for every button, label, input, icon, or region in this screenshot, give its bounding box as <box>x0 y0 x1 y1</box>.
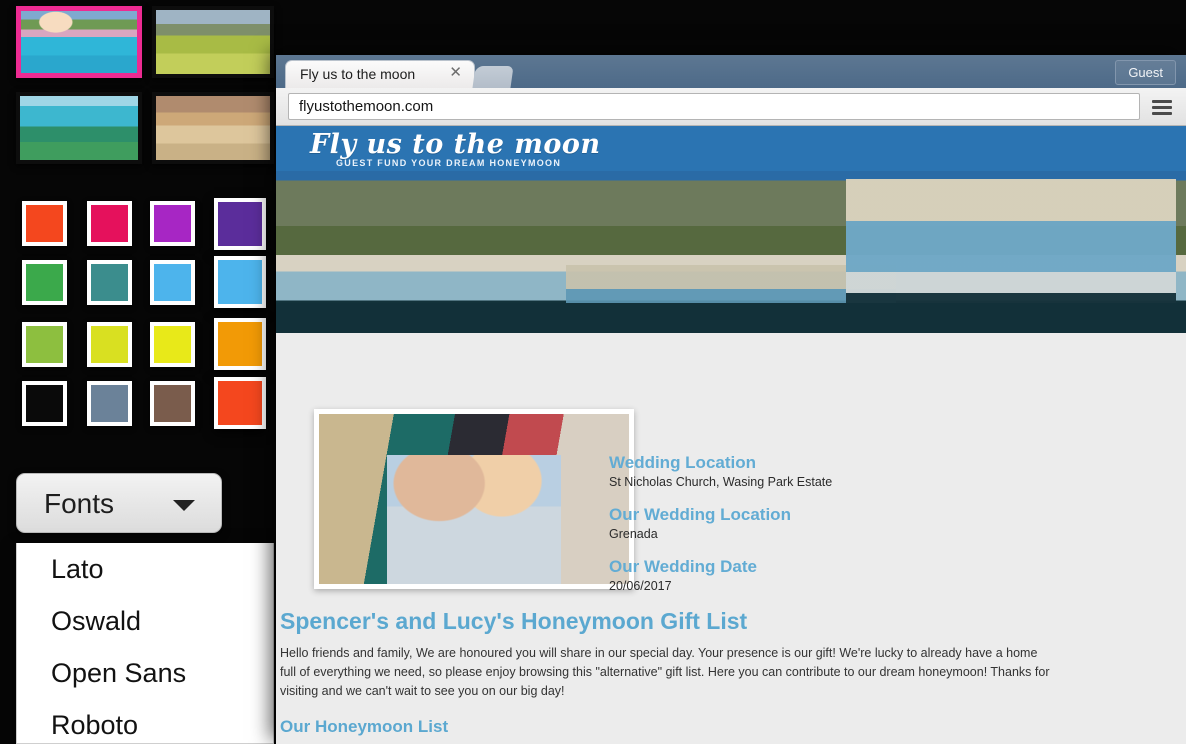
color-swatch[interactable] <box>87 260 132 305</box>
couple-photo-image <box>319 414 629 584</box>
color-swatch[interactable] <box>87 381 132 426</box>
thumbnail-palm-lagoon[interactable] <box>16 92 142 164</box>
tab-title: Fly us to the moon <box>300 66 416 82</box>
chevron-down-icon <box>173 500 195 511</box>
color-swatch-selected[interactable] <box>214 256 266 308</box>
color-swatch-selected[interactable] <box>214 377 266 429</box>
detail-value-our-wedding-location: Grenada <box>609 527 658 541</box>
color-swatch-selected[interactable] <box>214 198 266 250</box>
fonts-dropdown-menu[interactable]: Lato Oswald Open Sans Roboto <box>16 543 274 744</box>
color-swatch[interactable] <box>150 322 195 367</box>
browser-window: Fly us to the moon ✕ Guest flyustothemoo… <box>276 55 1186 744</box>
color-swatch[interactable] <box>22 260 67 305</box>
site-logo[interactable]: Fly us to the moon <box>310 129 601 160</box>
color-swatch-selected[interactable] <box>214 318 266 370</box>
color-swatch[interactable] <box>150 260 195 305</box>
fonts-dropdown-button[interactable]: Fonts <box>16 473 222 533</box>
browser-tab-inactive[interactable] <box>472 66 514 88</box>
browser-tab-strip: Fly us to the moon ✕ Guest <box>276 55 1186 88</box>
thumbnail-image <box>21 11 137 73</box>
color-swatch[interactable] <box>150 201 195 246</box>
fonts-dropdown-label: Fonts <box>44 488 115 519</box>
intro-paragraph: Hello friends and family, We are honoure… <box>280 646 1050 698</box>
gift-list-intro: Spencer's and Lucy's Honeymoon Gift List… <box>280 608 1180 701</box>
screenshot-stage: Fonts Lato Oswald Open Sans Roboto Fly u… <box>0 0 1186 744</box>
thumbnail-lagoon-bungalows[interactable] <box>16 6 142 78</box>
thumbnail-image <box>20 96 138 160</box>
thumbnail-green-hills[interactable] <box>152 6 274 78</box>
site-content: Wedding Location St Nicholas Church, Was… <box>276 333 1186 744</box>
hero-water <box>276 303 1186 333</box>
color-swatch[interactable] <box>22 322 67 367</box>
close-icon[interactable]: ✕ <box>449 65 462 80</box>
detail-heading-our-wedding-date: Our Wedding Date <box>609 557 757 576</box>
guest-profile-button[interactable]: Guest <box>1115 60 1176 85</box>
browser-omnibox-row: flyustothemoon.com <box>276 88 1186 126</box>
address-bar-url: flyustothemoon.com <box>299 98 434 115</box>
site-brand-bar: Fly us to the moon GUEST FUND YOUR DREAM… <box>276 126 1186 171</box>
honeymoon-list-section: Our Honeymoon List <box>280 717 1180 737</box>
detail-heading-wedding-location: Wedding Location <box>609 453 757 472</box>
color-swatch[interactable] <box>22 381 67 426</box>
color-swatch[interactable] <box>87 322 132 367</box>
font-option-roboto[interactable]: Roboto <box>17 699 273 743</box>
address-bar[interactable]: flyustothemoon.com <box>288 93 1140 120</box>
website-viewport: Fly us to the moon GUEST FUND YOUR DREAM… <box>276 126 1186 744</box>
page-title: Spencer's and Lucy's Honeymoon Gift List <box>280 608 748 634</box>
detail-heading-our-wedding-location: Our Wedding Location <box>609 505 791 524</box>
detail-value-our-wedding-date: 20/06/2017 <box>609 579 672 593</box>
thumbnail-image <box>156 96 270 160</box>
font-option-lato[interactable]: Lato <box>17 543 273 595</box>
thumbnail-desert-rocks[interactable] <box>152 92 274 164</box>
color-swatch-grid <box>0 190 290 440</box>
color-swatch[interactable] <box>87 201 132 246</box>
hero-banner-image <box>276 171 1186 333</box>
color-swatch[interactable] <box>150 381 195 426</box>
wedding-details: Wedding Location St Nicholas Church, Was… <box>609 453 1029 609</box>
image-thumbnail-picker <box>0 0 290 170</box>
browser-tab-active[interactable]: Fly us to the moon ✕ <box>285 60 475 88</box>
font-option-oswald[interactable]: Oswald <box>17 595 273 647</box>
font-option-open-sans[interactable]: Open Sans <box>17 647 273 699</box>
thumbnail-image <box>156 10 270 74</box>
detail-value-wedding-location: St Nicholas Church, Wasing Park Estate <box>609 475 833 489</box>
hamburger-menu-icon[interactable] <box>1152 100 1172 116</box>
section-heading-honeymoon-list: Our Honeymoon List <box>280 717 449 736</box>
couple-photo <box>314 409 634 589</box>
color-swatch[interactable] <box>22 201 67 246</box>
site-tagline: GUEST FUND YOUR DREAM HONEYMOON <box>336 158 562 168</box>
